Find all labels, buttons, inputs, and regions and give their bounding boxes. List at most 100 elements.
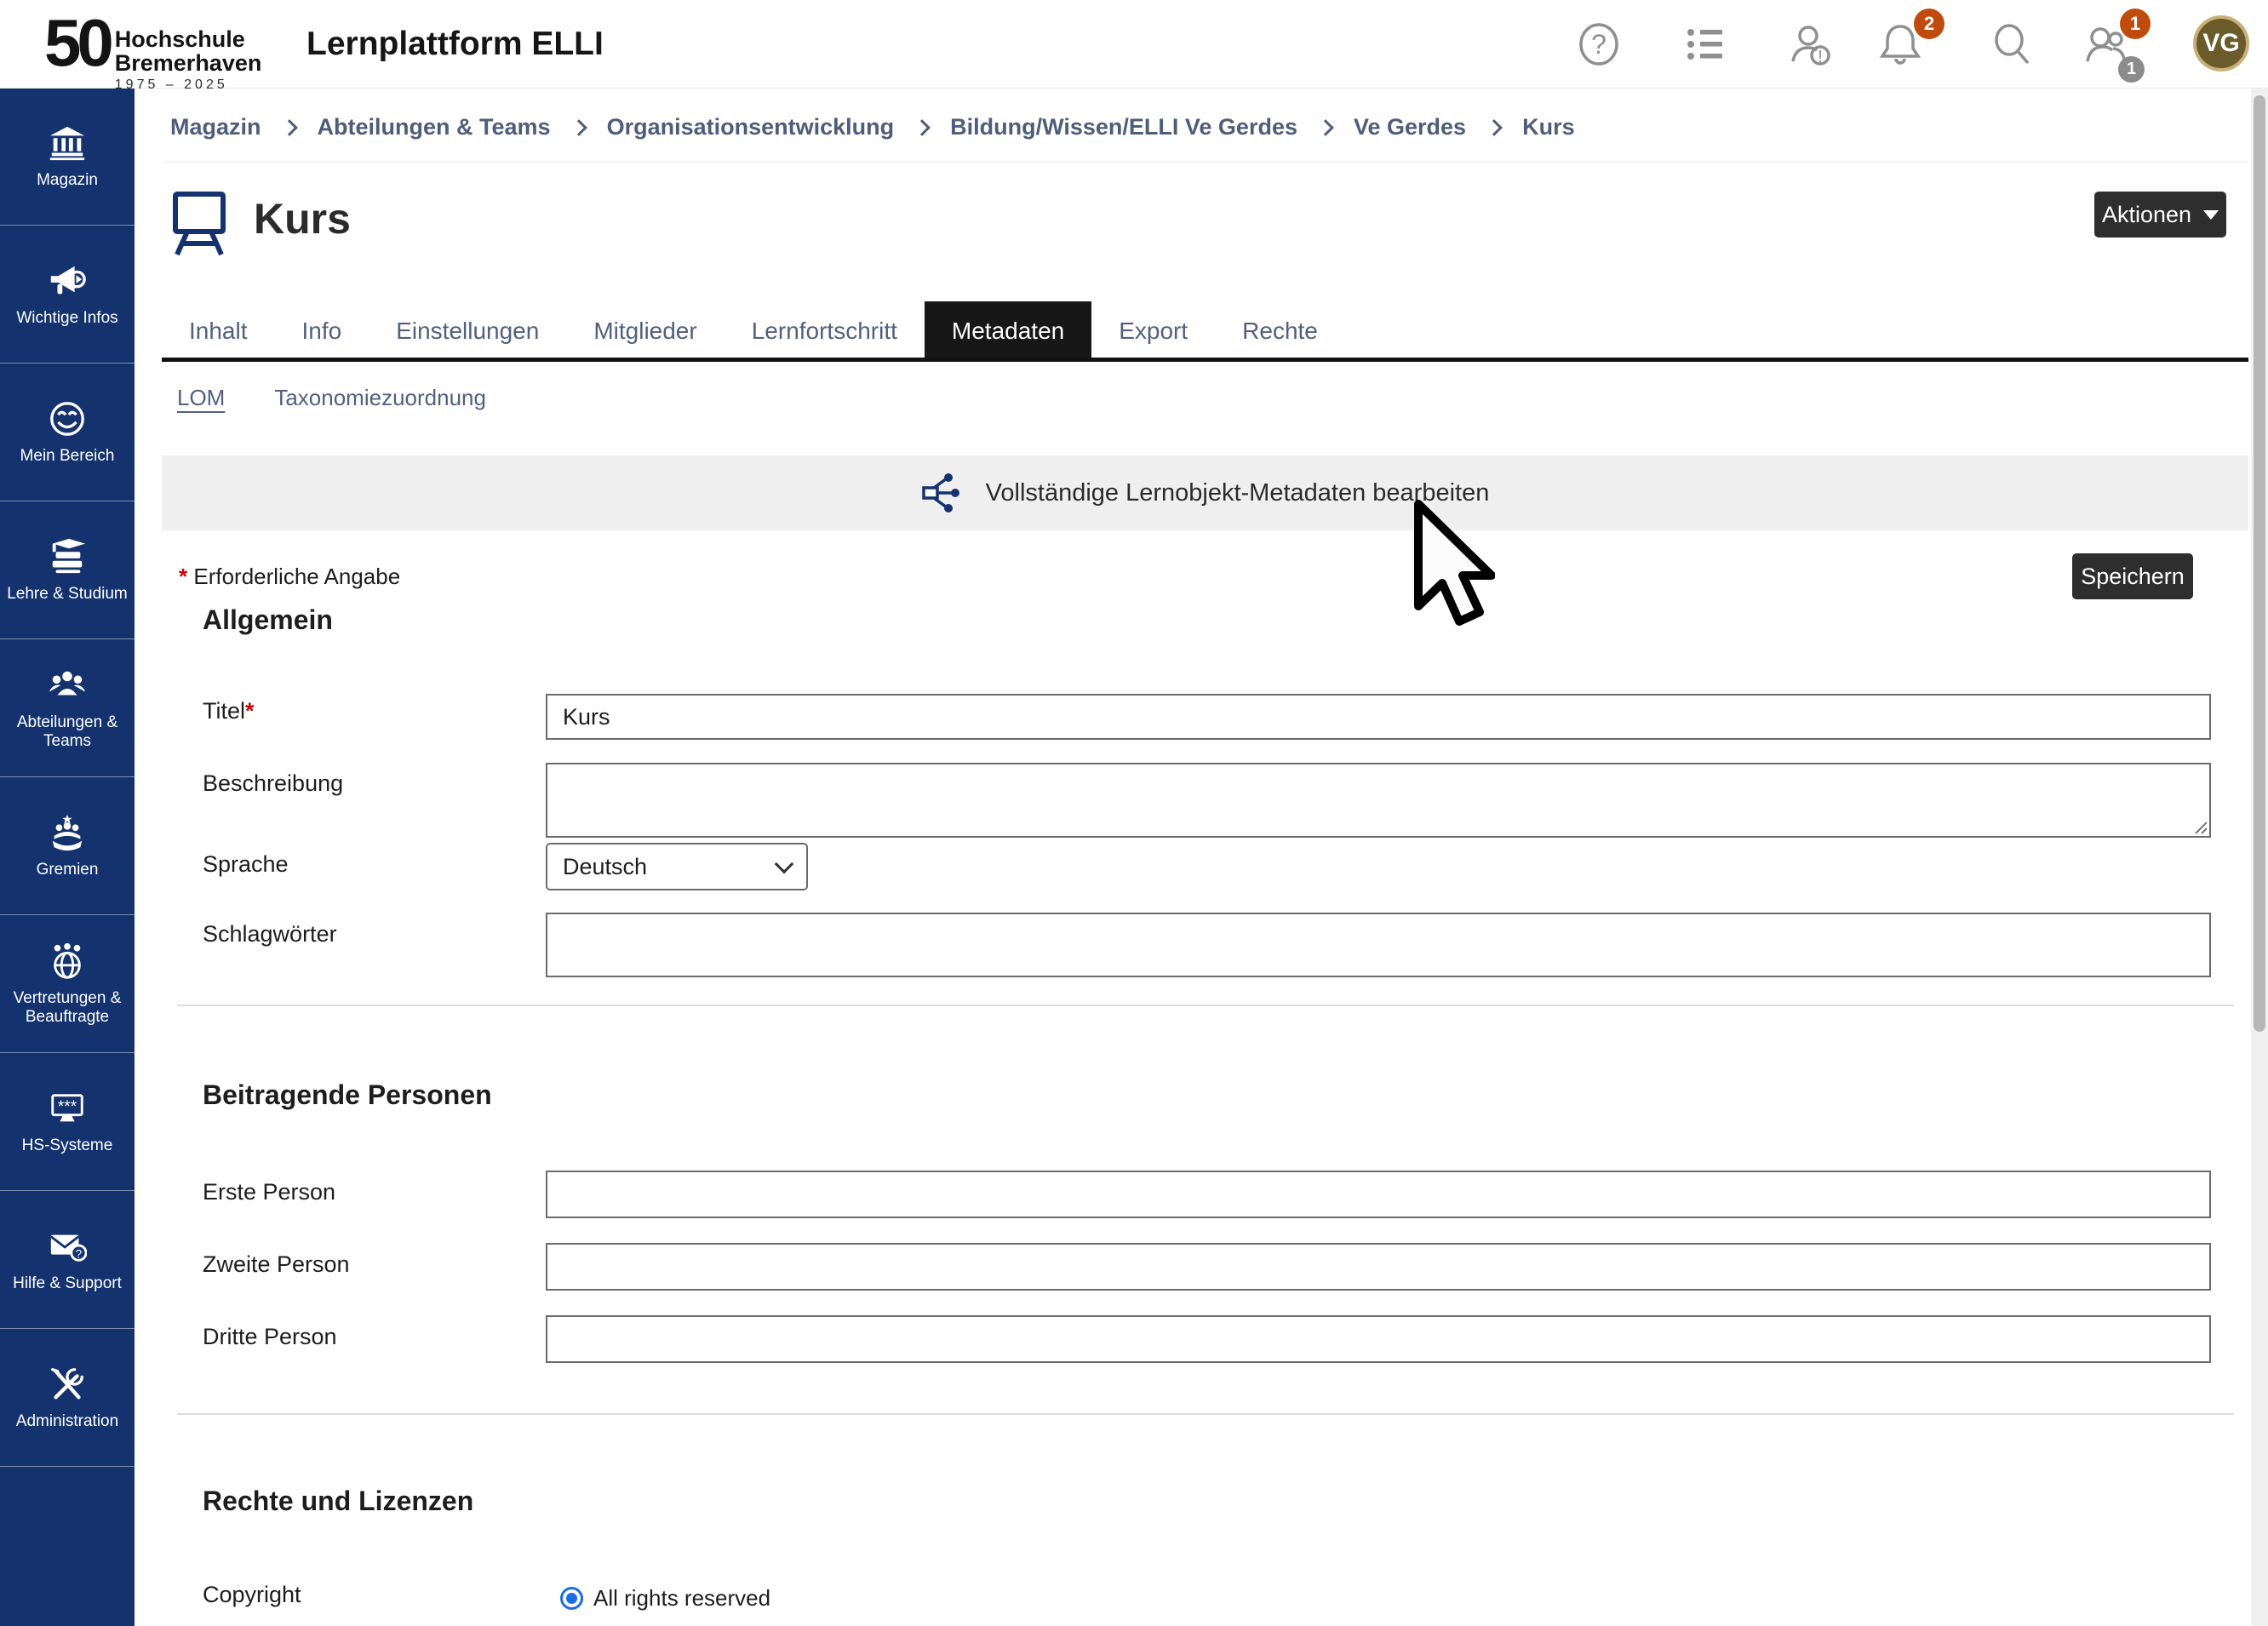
schlagwoerter-input[interactable] xyxy=(546,913,2211,977)
logo-50: 50 xyxy=(44,5,110,80)
breadcrumb-item[interactable]: Bildung/Wissen/ELLI Ve Gerdes xyxy=(950,114,1297,140)
tab-underline xyxy=(162,358,2248,362)
aktionen-button[interactable]: Aktionen xyxy=(2094,192,2226,238)
sidebar-item-administration[interactable]: Administration xyxy=(0,1329,135,1467)
tab-inhalt[interactable]: Inhalt xyxy=(162,305,275,358)
tab-mitglieder[interactable]: Mitglieder xyxy=(566,305,724,358)
subtab-lom[interactable]: LOM xyxy=(177,385,225,411)
section-heading-beitragende: Beitragende Personen xyxy=(203,1079,492,1111)
smiley-icon xyxy=(48,399,87,438)
copyright-label: Copyright xyxy=(203,1582,301,1608)
svg-text:***: *** xyxy=(58,1097,77,1115)
people-group-icon xyxy=(48,666,87,705)
tab-rechte[interactable]: Rechte xyxy=(1215,305,1345,358)
schlagwoerter-label: Schlagwörter xyxy=(203,921,337,948)
copyright-option-label: All rights reserved xyxy=(593,1585,770,1612)
beschreibung-field xyxy=(546,763,2211,838)
metadata-nodes-icon xyxy=(921,472,964,514)
section-divider xyxy=(177,1413,2234,1415)
sidebar-item-lehre-studium[interactable]: Lehre & Studium xyxy=(0,501,135,639)
chevron-right-icon xyxy=(914,119,931,136)
chevron-right-icon xyxy=(281,119,298,136)
sidebar-item-abteilungen-teams[interactable]: Abteilungen & Teams xyxy=(0,639,135,777)
scrollbar-thumb[interactable] xyxy=(2254,95,2265,1032)
speichern-button[interactable]: Speichern xyxy=(2072,553,2193,599)
header-divider xyxy=(162,162,2248,163)
erste-person-label: Erste Person xyxy=(203,1179,335,1205)
course-icon xyxy=(167,189,232,257)
megaphone-icon xyxy=(48,261,87,301)
svg-text:?: ? xyxy=(76,1247,82,1260)
tab-metadaten[interactable]: Metadaten xyxy=(925,301,1091,358)
top-header: 50 Hochschule Bremerhaven 1975 – 2025 Le… xyxy=(0,0,2268,89)
breadcrumb-item[interactable]: Magazin xyxy=(170,114,261,140)
app-root: 50 Hochschule Bremerhaven 1975 – 2025 Le… xyxy=(0,0,2268,1626)
breadcrumb: Magazin Abteilungen & Teams Organisation… xyxy=(170,114,1575,140)
page-title: Kurs xyxy=(254,194,351,243)
sprache-label: Sprache xyxy=(203,851,289,878)
user-alert-icon[interactable]: ! xyxy=(1786,20,1834,68)
sidebar-item-wichtige-infos[interactable]: Wichtige Infos xyxy=(0,226,135,364)
svg-text:!: ! xyxy=(1818,48,1823,66)
app-title: Lernplattform ELLI xyxy=(306,26,604,63)
mail-question-icon: ? xyxy=(48,1227,87,1266)
chevron-right-icon xyxy=(570,119,587,136)
section-heading-rechte: Rechte und Lizenzen xyxy=(203,1486,473,1517)
sidebar-item-magazin[interactable]: Magazin xyxy=(0,88,135,226)
edit-full-metadata-banner[interactable]: Vollständige Lernobjekt-Metadaten bearbe… xyxy=(162,455,2248,530)
section-divider xyxy=(177,1005,2234,1006)
dritte-person-input[interactable] xyxy=(546,1315,2211,1363)
beschreibung-label: Beschreibung xyxy=(203,770,343,797)
avatar[interactable]: VG xyxy=(2193,15,2249,72)
sidebar-item-hs-systeme[interactable]: *** HS-Systeme xyxy=(0,1053,135,1191)
required-hint: * Erforderliche Angabe xyxy=(179,564,400,590)
zweite-person-input[interactable] xyxy=(546,1243,2211,1291)
sidebar-item-mein-bereich[interactable]: Mein Bereich xyxy=(0,364,135,501)
sidebar-item-hilfe-support[interactable]: ? Hilfe & Support xyxy=(0,1191,135,1329)
chevron-right-icon xyxy=(1317,119,1334,136)
section-heading-allgemein: Allgemein xyxy=(203,604,333,636)
beschreibung-textarea[interactable] xyxy=(546,763,2211,838)
caret-down-icon xyxy=(2203,210,2219,220)
sidebar-item-gremien[interactable]: Gremien xyxy=(0,777,135,915)
tab-info[interactable]: Info xyxy=(275,305,369,358)
chevron-down-icon xyxy=(775,855,794,874)
copyright-radio-checked[interactable] xyxy=(560,1587,583,1610)
tab-export[interactable]: Export xyxy=(1091,305,1215,358)
copyright-radio-row: All rights reserved xyxy=(560,1585,770,1612)
breadcrumb-item-current[interactable]: Kurs xyxy=(1522,114,1575,140)
sprache-select[interactable]: Deutsch xyxy=(546,843,808,890)
contacts-count-badge: 1 xyxy=(2118,56,2145,83)
tab-einstellungen[interactable]: Einstellungen xyxy=(369,305,566,358)
tab-lernfortschritt[interactable]: Lernfortschritt xyxy=(724,305,925,358)
search-icon[interactable] xyxy=(1989,20,2036,68)
zweite-person-label: Zweite Person xyxy=(203,1251,350,1278)
breadcrumb-item[interactable]: Organisationsentwicklung xyxy=(607,114,895,140)
list-menu-icon[interactable] xyxy=(1681,20,1729,68)
notification-count-badge: 2 xyxy=(1914,9,1944,39)
dritte-person-label: Dritte Person xyxy=(203,1324,337,1350)
svg-text:?: ? xyxy=(1591,29,1606,60)
contacts-new-badge: 1 xyxy=(2120,9,2151,39)
monitor-password-icon: *** xyxy=(48,1089,87,1128)
globe-people-icon xyxy=(48,942,87,981)
tab-bar: Inhalt Info Einstellungen Mitglieder Ler… xyxy=(162,305,1345,358)
tools-icon xyxy=(48,1365,87,1404)
sidebar-item-vertretungen-beauftragte[interactable]: Vertretungen & Beauftragte xyxy=(0,915,135,1053)
main-sidebar: Magazin Wichtige Infos Mein Bereich xyxy=(0,88,135,1626)
chevron-right-icon xyxy=(1486,119,1503,136)
bank-icon xyxy=(48,123,87,163)
erste-person-input[interactable] xyxy=(546,1171,2211,1218)
help-icon[interactable]: ? xyxy=(1575,20,1623,68)
breadcrumb-item[interactable]: Ve Gerdes xyxy=(1354,114,1466,140)
subtab-bar: LOM Taxonomiezuordnung xyxy=(177,385,486,411)
titel-input[interactable] xyxy=(546,694,2211,740)
committee-icon xyxy=(48,813,87,852)
titel-label: Titel* xyxy=(203,698,255,724)
books-graduation-icon xyxy=(48,537,87,576)
subtab-taxonomiezuordnung[interactable]: Taxonomiezuordnung xyxy=(274,385,486,411)
banner-label: Vollständige Lernobjekt-Metadaten bearbe… xyxy=(986,479,1490,507)
university-logo: 50 Hochschule Bremerhaven 1975 – 2025 xyxy=(44,5,261,93)
sprache-selected-value: Deutsch xyxy=(563,854,647,880)
breadcrumb-item[interactable]: Abteilungen & Teams xyxy=(318,114,551,140)
